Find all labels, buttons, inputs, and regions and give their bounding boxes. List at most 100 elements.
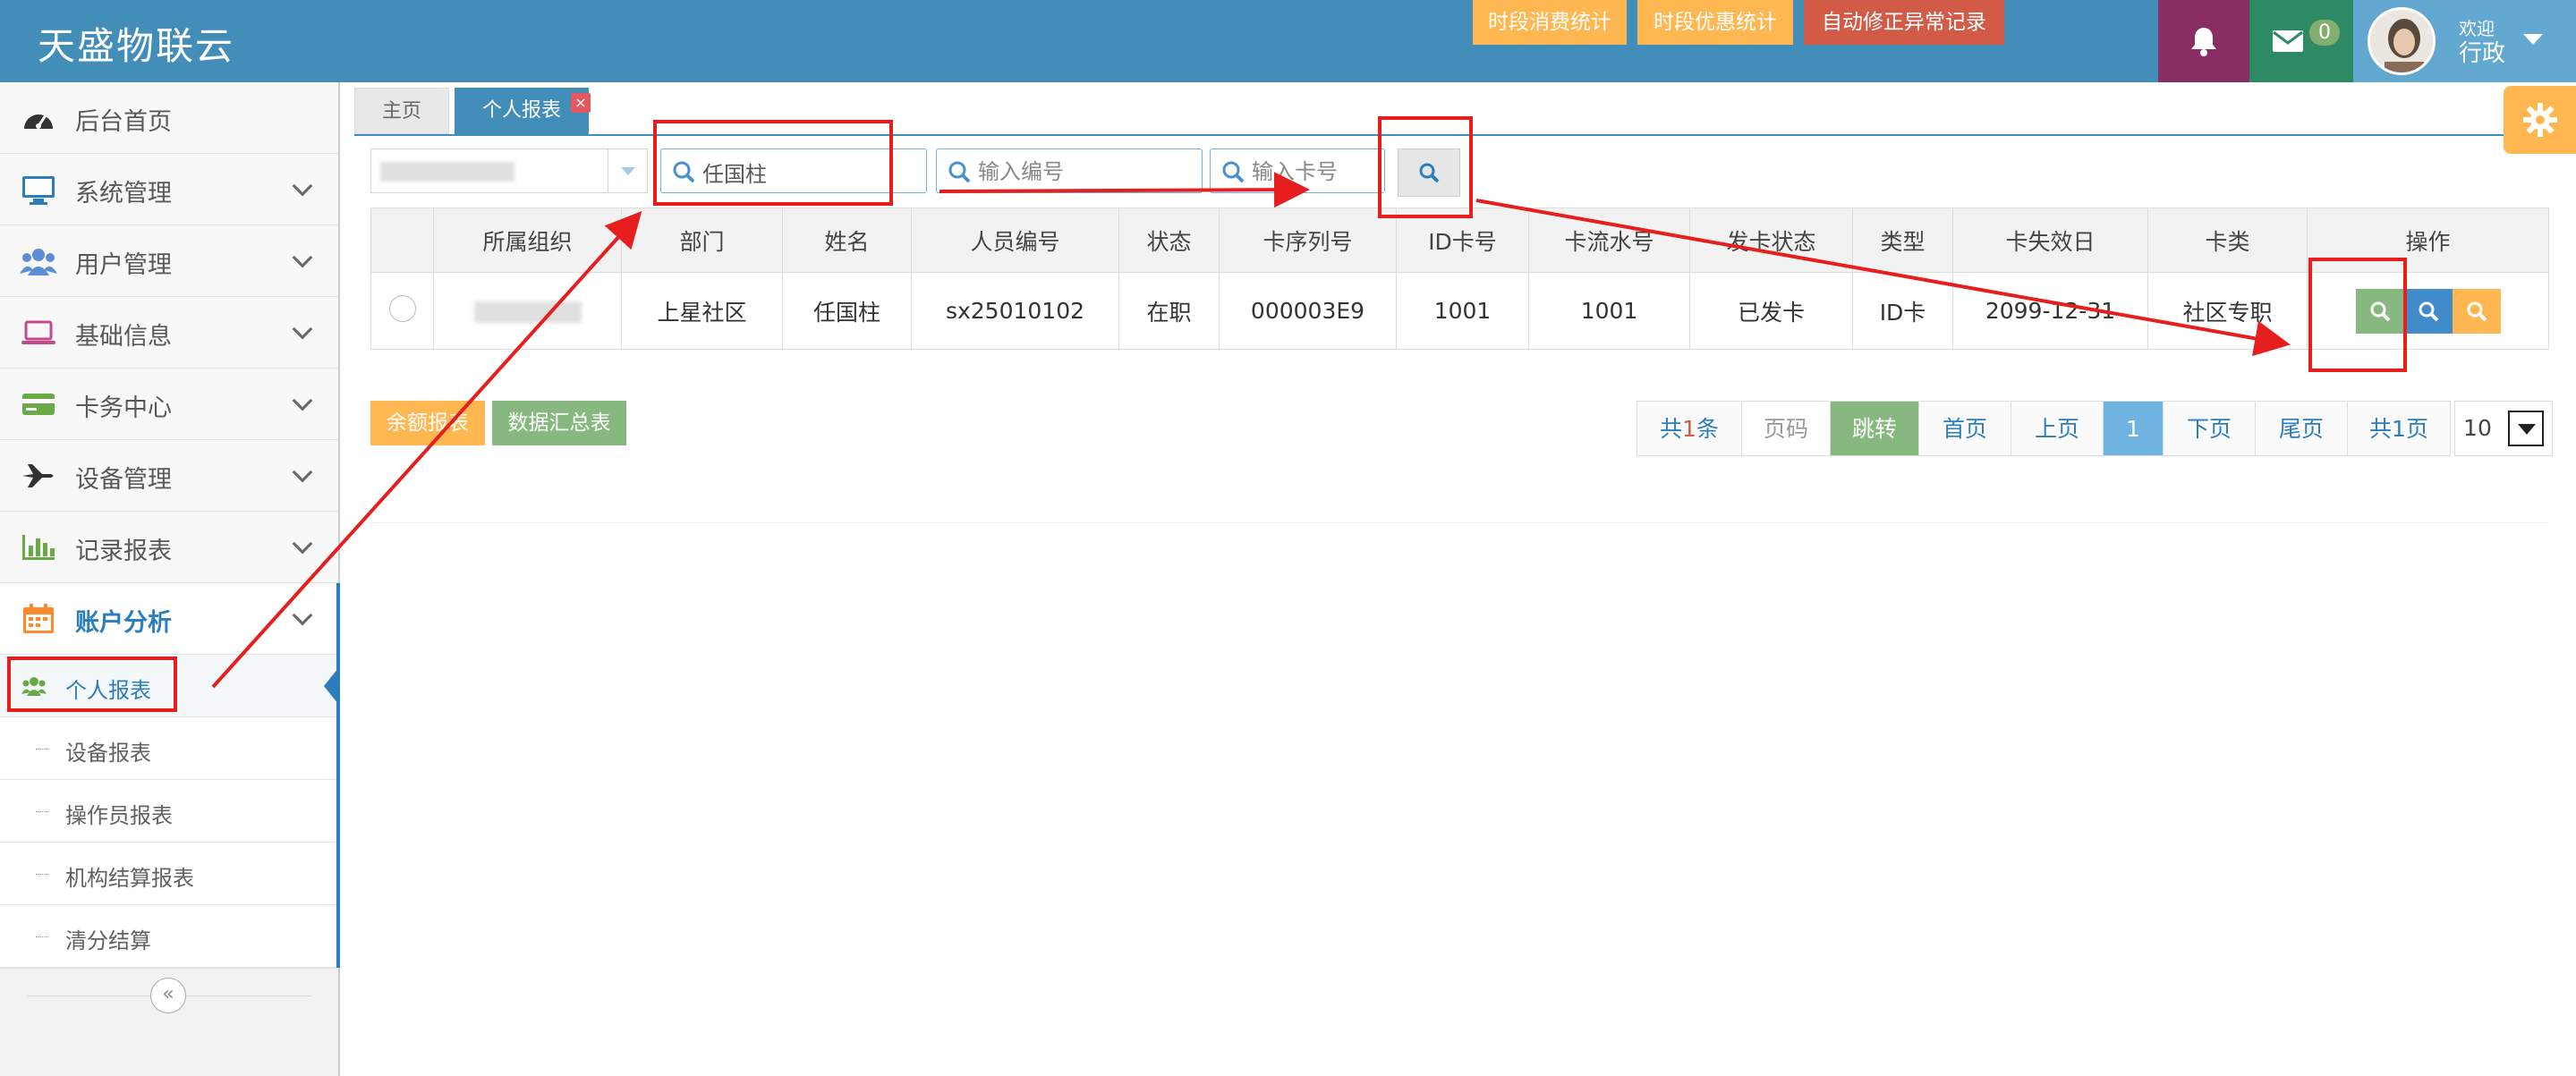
user-name: 行政: [2459, 40, 2506, 67]
cell-card-class: 社区专职: [2147, 272, 2308, 350]
pagination: 共1条 页码 跳转 首页 上页 1 下页 尾页 共1页 10: [1637, 401, 2553, 456]
col-header-card-class[interactable]: 卡类: [2147, 208, 2308, 273]
prev-page-button[interactable]: 上页: [2011, 401, 2104, 456]
sidebar: 后台首页 系统管理 用户管理 基础信息 卡务中心 设备管理 记录报表 账户分析: [0, 82, 340, 1076]
tree-dot: [36, 749, 48, 750]
sidebar-subitem-org-settlement[interactable]: 机构结算报表: [0, 843, 336, 905]
sidebar-item-system[interactable]: 系统管理: [0, 154, 338, 225]
sidebar-item-card-center[interactable]: 卡务中心: [0, 369, 338, 440]
bell-icon: [2191, 28, 2216, 56]
tab-personal-report[interactable]: 个人报表: [455, 88, 589, 134]
tab-home[interactable]: 主页: [354, 88, 449, 134]
search-icon: [2419, 301, 2438, 321]
search-icon: [2467, 301, 2487, 321]
jump-button[interactable]: 跳转: [1830, 401, 1919, 456]
period-discount-button[interactable]: 时段优惠统计: [1637, 0, 1793, 45]
sidebar-item-label: 卡务中心: [75, 394, 172, 422]
number-search-field[interactable]: [936, 148, 1203, 193]
sidebar-item-records[interactable]: 记录报表: [0, 512, 338, 583]
card-search-field[interactable]: [1210, 148, 1385, 193]
sidebar-subitem-clearing[interactable]: 清分结算: [0, 905, 336, 968]
sidebar-item-dashboard[interactable]: 后台首页: [0, 82, 338, 154]
pager-total-count: 1: [1682, 416, 1696, 442]
sidebar-item-label: 基础信息: [75, 323, 172, 351]
sidebar-subitem-label: 设备报表: [65, 741, 151, 766]
cell-org: [433, 272, 622, 350]
data-summary-button[interactable]: 数据汇总表: [492, 401, 626, 445]
page-size-select[interactable]: 10: [2454, 401, 2553, 456]
chevron-down-icon: [292, 462, 313, 483]
sidebar-item-label: 账户分析: [75, 609, 172, 637]
col-header-type[interactable]: 类型: [1852, 208, 1953, 273]
sidebar-item-account-analysis[interactable]: 账户分析: [0, 583, 340, 655]
pager-total-suffix: 条: [1696, 416, 1719, 442]
row-radio[interactable]: [388, 294, 416, 322]
cell-dept: 上星社区: [621, 272, 783, 350]
settings-button[interactable]: [2504, 86, 2576, 154]
page-size-value: 10: [2463, 415, 2492, 441]
sidebar-item-devices[interactable]: 设备管理: [0, 440, 338, 512]
view-summary-button[interactable]: [2452, 288, 2501, 334]
close-tab-icon[interactable]: ×: [571, 93, 591, 113]
col-header-select: [370, 208, 434, 273]
sidebar-item-label: 设备管理: [75, 466, 172, 494]
tree-dot: [36, 874, 48, 875]
brand-title[interactable]: 天盛物联云: [38, 16, 234, 71]
row-select-cell: [370, 272, 434, 350]
chevron-down-icon: [292, 247, 313, 268]
page-number-input[interactable]: 页码: [1741, 401, 1831, 456]
auto-fix-button[interactable]: 自动修正异常记录: [1804, 0, 2004, 45]
search-icon: [948, 161, 971, 183]
sidebar-item-basic-info[interactable]: 基础信息: [0, 297, 338, 369]
number-input[interactable]: [978, 155, 1193, 189]
sidebar-item-users[interactable]: 用户管理: [0, 225, 338, 297]
desktop-icon: [20, 172, 57, 208]
period-consume-button[interactable]: 时段消费统计: [1473, 0, 1627, 45]
first-page-button[interactable]: 首页: [1918, 401, 2011, 456]
sidebar-item-label: 系统管理: [75, 180, 172, 208]
col-header-org[interactable]: 所属组织: [433, 208, 622, 273]
sidebar-subitem-label: 操作员报表: [65, 803, 173, 828]
chevron-down-icon: [292, 605, 313, 626]
col-header-status[interactable]: 状态: [1118, 208, 1220, 273]
col-header-card-flow[interactable]: 卡流水号: [1528, 208, 1690, 273]
chevron-down-icon: [292, 533, 313, 555]
cell-emp-no: sx25010102: [911, 272, 1119, 350]
avatar: [2368, 7, 2436, 75]
col-header-card-serial[interactable]: 卡序列号: [1219, 208, 1397, 273]
current-page[interactable]: 1: [2103, 401, 2164, 456]
messages-count-badge: 0: [2309, 20, 2340, 46]
col-header-name[interactable]: 姓名: [782, 208, 912, 273]
organization-select[interactable]: [370, 148, 648, 193]
messages-button[interactable]: 0: [2249, 0, 2353, 82]
col-header-issue-status[interactable]: 发卡状态: [1689, 208, 1853, 273]
sidebar-item-label: 后台首页: [75, 108, 172, 136]
sidebar-subitem-device-report[interactable]: 设备报表: [0, 717, 336, 780]
col-header-dept[interactable]: 部门: [621, 208, 783, 273]
sidebar-subitem-operator-report[interactable]: 操作员报表: [0, 780, 336, 843]
card-input[interactable]: [1252, 155, 1375, 189]
collapse-sidebar-button[interactable]: «: [150, 978, 186, 1013]
dropdown-arrow-icon: [2507, 411, 2544, 446]
chevron-down-icon: [292, 318, 313, 340]
cell-name: 任国柱: [782, 272, 912, 350]
notifications-button[interactable]: [2158, 0, 2249, 82]
org-value-redacted: [473, 301, 582, 323]
select-dropdown-toggle[interactable]: [608, 149, 647, 192]
balance-report-button[interactable]: 余额报表: [370, 401, 485, 445]
cell-type: ID卡: [1852, 272, 1953, 350]
col-header-emp-no[interactable]: 人员编号: [911, 208, 1119, 273]
col-header-expire[interactable]: 卡失效日: [1952, 208, 2148, 273]
cell-id-card: 1001: [1396, 272, 1529, 350]
caret-down-icon: [2523, 34, 2543, 45]
pager-total: 共1条: [1637, 401, 1742, 456]
cell-card-serial: 000003E9: [1219, 272, 1397, 350]
next-page-button[interactable]: 下页: [2163, 401, 2256, 456]
bar-chart-icon: [20, 530, 57, 565]
last-page-button[interactable]: 尾页: [2255, 401, 2348, 456]
user-menu[interactable]: 欢迎 行政: [2353, 0, 2576, 82]
report-table: 所属组织 部门 姓名 人员编号 状态 卡序列号 ID卡号 卡流水号 发卡状态 类…: [370, 208, 2549, 350]
table-row[interactable]: 上星社区 任国柱 sx25010102 在职 000003E9 1001 100…: [370, 272, 2549, 350]
view-records-button[interactable]: [2403, 288, 2453, 334]
chevron-down-icon: [292, 390, 313, 411]
